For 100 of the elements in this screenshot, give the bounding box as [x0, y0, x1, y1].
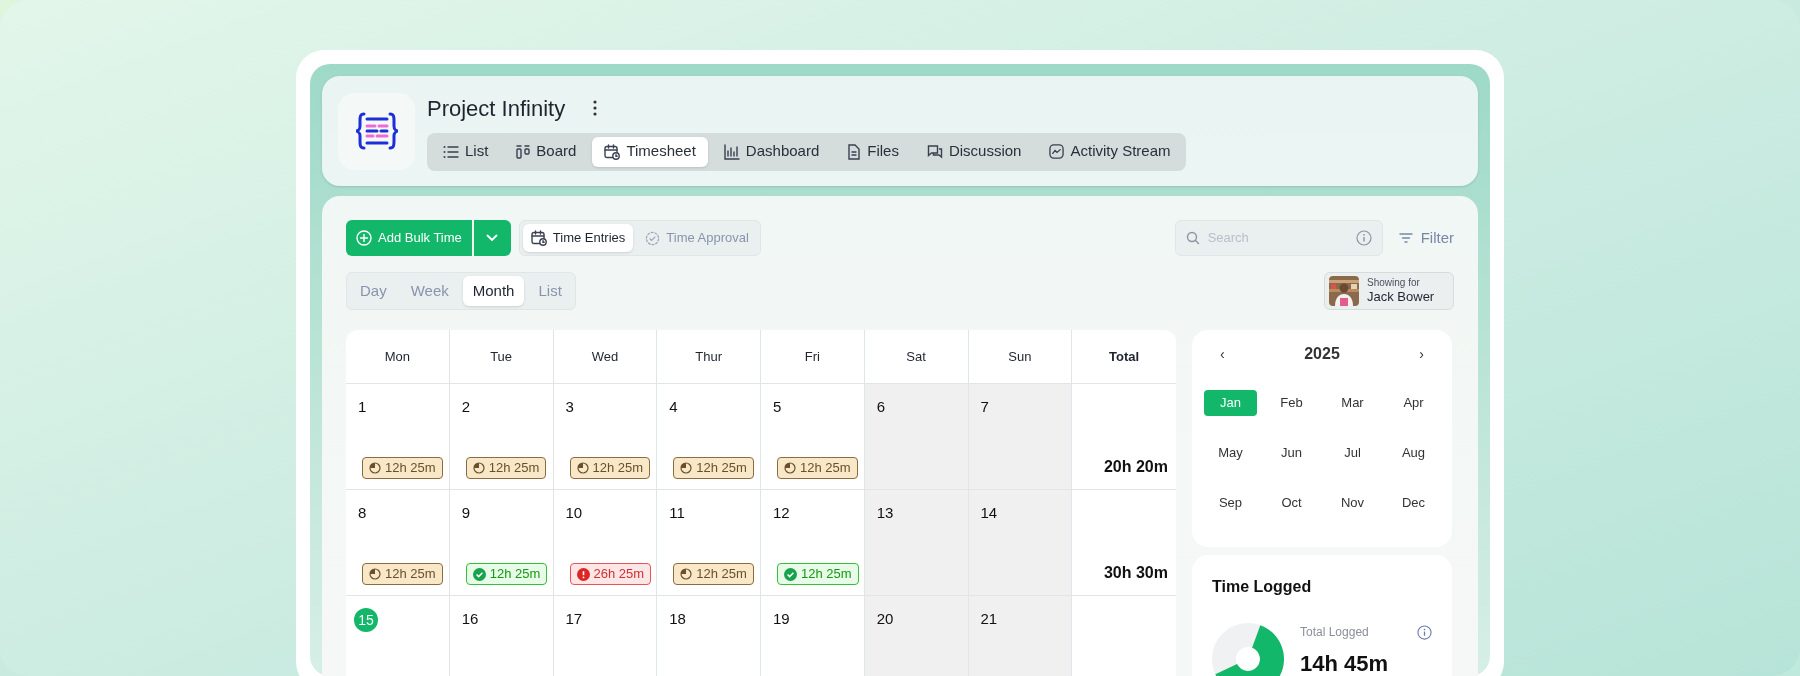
day-number: 16 [461, 609, 479, 629]
user-name: Jack Bower [1367, 289, 1435, 306]
document-icon [847, 143, 862, 160]
tab[interactable]: Discussion [914, 136, 1034, 167]
previous-year-button[interactable]: ‹ [1220, 343, 1225, 365]
year-label: 2025 [1304, 344, 1340, 364]
day-cell[interactable]: 20 [864, 596, 969, 676]
info-icon[interactable] [1417, 624, 1432, 640]
more-icon[interactable] [593, 100, 598, 116]
month-option[interactable]: Jun [1265, 440, 1318, 466]
badge-check-icon [645, 230, 661, 246]
pie-icon [576, 462, 589, 474]
time-entry-tag[interactable]: 12h 25m [673, 457, 754, 479]
tab[interactable]: List [431, 136, 501, 167]
calendar-clock-icon [604, 143, 621, 160]
day-number: 4 [669, 397, 678, 417]
day-number: 14 [980, 503, 998, 523]
time-entry-tag[interactable]: 12h 25m [569, 457, 651, 479]
day-number: 9 [461, 503, 471, 523]
week-total: 20h 20m [1103, 457, 1168, 477]
day-cell[interactable]: 7 [968, 384, 1073, 489]
column-header: Sun [1008, 347, 1032, 366]
month-option[interactable]: Jul [1326, 440, 1379, 466]
day-number: 8 [358, 503, 367, 523]
month-option[interactable]: Aug [1387, 440, 1440, 466]
pie-icon [680, 568, 693, 580]
chat-icon [926, 143, 943, 160]
day-number: 18 [669, 609, 686, 629]
pie-icon [680, 462, 693, 474]
month-option[interactable]: May [1204, 440, 1257, 466]
column-header: Sat [906, 347, 926, 366]
dropdown-button[interactable] [473, 220, 511, 256]
pie-icon [369, 568, 381, 580]
month-option[interactable]: Mar [1326, 390, 1379, 416]
time-entry-tag[interactable]: 12h 25m [777, 457, 858, 479]
day-cell[interactable]: 14 [968, 490, 1073, 595]
showing-for-card[interactable]: Showing for Jack Bower [1324, 272, 1454, 310]
project-title: Project Infinity [427, 94, 566, 123]
tab[interactable]: Timesheet [592, 136, 708, 167]
column-header: Tue [490, 347, 513, 366]
time-entry-tag[interactable]: 26h 25m [569, 563, 652, 585]
day-number: 12 [773, 503, 790, 523]
columns-icon [516, 144, 531, 159]
day-cell[interactable]: 21 [968, 596, 1073, 676]
calendar-clock-icon [530, 230, 547, 246]
today-date: 15 [354, 608, 378, 632]
activity-icon [1049, 144, 1065, 159]
month-option[interactable]: Dec [1387, 490, 1440, 516]
day-cell[interactable]: 13 [864, 490, 969, 595]
total-logged-value: 14h 45m [1300, 650, 1390, 676]
tab[interactable]: Activity Stream [1037, 136, 1183, 167]
column-header: Fri [804, 347, 820, 366]
time-entry-tag[interactable]: 12h 25m [465, 457, 547, 479]
time-entry-tag[interactable]: 12h 25m [673, 563, 754, 585]
day-number: 13 [876, 503, 894, 523]
pie-icon [369, 462, 381, 474]
total-logged-label: Total Logged [1300, 624, 1369, 641]
tab[interactable]: Dashboard [711, 136, 832, 167]
month-option[interactable]: Feb [1265, 390, 1318, 416]
tab[interactable]: Board [504, 136, 589, 167]
card-title: Time Logged [1212, 577, 1313, 597]
month-option[interactable]: Oct [1265, 490, 1318, 516]
day-number: 20 [876, 609, 894, 629]
bar-chart-icon [723, 143, 740, 160]
list-icon [443, 144, 459, 159]
day-number: 11 [669, 503, 685, 523]
tab[interactable]: Time Entries [522, 224, 634, 252]
day-number: 10 [565, 503, 583, 523]
month-option[interactable]: Apr [1387, 390, 1440, 416]
logo-icon [354, 111, 399, 151]
week-total: 30h 30m [1103, 563, 1168, 583]
filter-icon [1398, 233, 1413, 243]
view-tab[interactable]: Month [462, 276, 525, 306]
check-circle-icon [472, 567, 486, 581]
day-number: 21 [980, 609, 998, 629]
day-number: 1 [358, 397, 367, 417]
pie-icon [784, 462, 796, 474]
day-number: 2 [461, 397, 471, 417]
tab[interactable]: Files [835, 136, 911, 167]
day-number: 3 [565, 397, 574, 417]
plus-circle-icon [356, 230, 372, 246]
column-header: Thur [695, 347, 722, 366]
alert-circle-icon [576, 567, 590, 581]
next-year-button[interactable]: › [1419, 343, 1424, 365]
column-header: Mon [384, 347, 410, 366]
time-entry-tag[interactable]: 12h 25m [362, 457, 443, 479]
donut-chart-drawing [1212, 623, 1284, 676]
info-icon[interactable] [1355, 230, 1372, 246]
day-number: 17 [565, 609, 583, 629]
day-number: 5 [773, 397, 782, 417]
pie-icon [472, 462, 485, 474]
column-header: Wed [591, 347, 619, 366]
month-option[interactable]: Sep [1204, 490, 1257, 516]
column-header: Total [1109, 347, 1140, 366]
time-entry-tag[interactable]: 12h 25m [362, 563, 443, 585]
day-cell[interactable]: 6 [864, 384, 969, 489]
day-number: 7 [980, 397, 989, 417]
search-icon [1185, 231, 1200, 245]
showing-for-label: Showing for [1367, 276, 1421, 290]
month-option[interactable]: Nov [1326, 490, 1379, 516]
